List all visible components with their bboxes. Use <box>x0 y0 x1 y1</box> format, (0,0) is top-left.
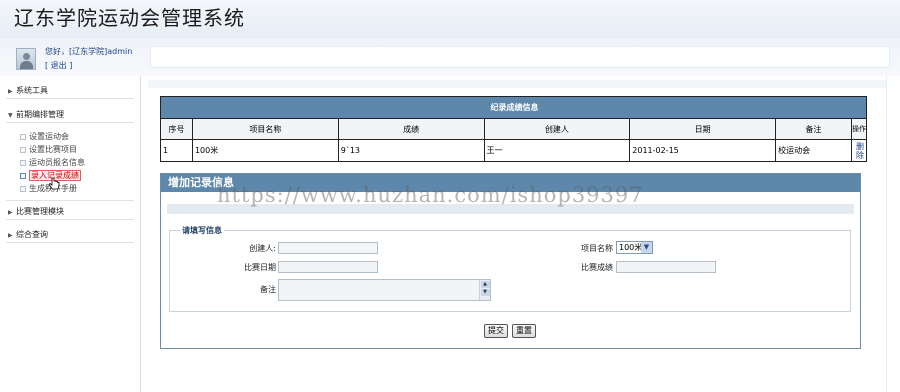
column-header: 项目名称 <box>191 118 339 140</box>
note-label: 备注 <box>260 285 276 294</box>
column-header: 日期 <box>629 118 777 140</box>
sidebar-item-set-games[interactable]: 设置运动会 <box>20 131 69 142</box>
chevron-right-icon: ▶ <box>8 88 13 95</box>
event-select-value: 100米 <box>619 243 643 252</box>
right-scroll-area <box>886 76 900 392</box>
textarea-scrollbar[interactable]: ▲ ▼ <box>479 280 490 300</box>
cell-note: 校运动会 <box>775 139 852 162</box>
item-bullet-icon <box>20 146 26 153</box>
column-header: 操作 <box>850 118 868 140</box>
chevron-down-icon: ▼ <box>641 242 652 253</box>
logout-link[interactable]: [ 退出 ] <box>45 60 72 71</box>
reset-button[interactable]: 重置 <box>512 324 536 338</box>
app-header: 辽东学院运动会管理系统 <box>0 0 900 38</box>
date-label: 比赛日期 <box>244 263 276 272</box>
delete-link[interactable]: 删除 <box>850 139 868 162</box>
item-bullet-icon <box>20 185 26 192</box>
column-header: 序号 <box>160 118 193 140</box>
cell-no: 1 <box>160 139 193 162</box>
sidebar-item-set-events[interactable]: 设置比赛项目 <box>20 144 77 155</box>
menu-group-label: 综合查询 <box>16 230 48 239</box>
date-input[interactable] <box>278 261 378 273</box>
chevron-right-icon: ▶ <box>8 232 13 239</box>
divider <box>6 98 134 99</box>
column-header: 创建人 <box>483 118 631 140</box>
records-table: 纪录成绩信息 序号 项目名称 成绩 创建人 日期 备注 操作 1 100米 9`… <box>160 96 868 162</box>
menu-group-schedule[interactable]: ▼ 前期编排管理 <box>8 109 64 120</box>
score-label: 比赛成绩 <box>581 263 613 272</box>
sidebar: ▶ 系统工具 ▼ 前期编排管理 设置运动会 设置比赛项目 运动员报名信息 录入记录成… <box>0 76 141 392</box>
menu-group-competition[interactable]: ▶ 比赛管理模块 <box>8 206 64 217</box>
hand-cursor-icon <box>48 177 60 190</box>
divider <box>6 242 134 243</box>
note-textarea[interactable]: ▲ ▼ <box>278 279 491 301</box>
item-bullet-icon <box>20 133 26 140</box>
column-header: 成绩 <box>337 118 485 140</box>
table-row: 1 100米 9`13 王一 2011-02-15 校运动会 删除 <box>160 139 868 162</box>
event-select[interactable]: 100米 ▼ <box>616 241 653 254</box>
divider <box>6 200 134 201</box>
creator-input[interactable] <box>278 242 378 254</box>
sidebar-item-label: 运动员报名信息 <box>29 158 85 167</box>
cell-score: 9`13 <box>337 139 485 162</box>
sidebar-item-label: 设置运动会 <box>29 132 69 141</box>
records-title: 纪录成绩信息 <box>160 96 867 119</box>
scroll-down-icon[interactable]: ▼ <box>480 289 490 296</box>
score-input[interactable] <box>616 261 716 273</box>
app-title: 辽东学院运动会管理系统 <box>14 6 245 30</box>
form-fieldset: 请填写信息 创建人: 项目名称 100米 ▼ 比赛日期 比赛成绩 备注 ▲ ▼ <box>169 225 851 312</box>
menu-group-tools[interactable]: ▶ 系统工具 <box>8 85 48 96</box>
content-strip <box>148 80 888 88</box>
chevron-down-icon: ▼ <box>8 112 13 119</box>
event-label: 项目名称 <box>581 244 613 253</box>
cell-date: 2011-02-15 <box>629 139 777 162</box>
item-bullet-icon <box>20 159 26 166</box>
divider <box>6 122 134 123</box>
menu-group-label: 系统工具 <box>16 86 48 95</box>
welcome-text: 您好，[辽东学院]admin <box>45 47 133 56</box>
cell-creator: 王一 <box>483 139 631 162</box>
sidebar-item-label: 设置比赛项目 <box>29 145 77 154</box>
chevron-right-icon: ▶ <box>8 209 13 216</box>
sidebar-item-registration[interactable]: 运动员报名信息 <box>20 157 85 168</box>
item-bullet-icon <box>20 172 26 179</box>
scroll-up-icon[interactable]: ▲ <box>480 281 490 288</box>
avatar <box>16 48 36 70</box>
form-legend: 请填写信息 <box>180 225 224 236</box>
menu-group-query[interactable]: ▶ 综合查询 <box>8 229 48 240</box>
divider <box>6 219 134 220</box>
submit-button[interactable]: 提交 <box>484 324 508 338</box>
top-strip <box>150 46 890 68</box>
creator-label: 创建人: <box>249 244 276 253</box>
menu-group-label: 比赛管理模块 <box>16 207 64 216</box>
table-header-row: 序号 项目名称 成绩 创建人 日期 备注 操作 <box>160 118 868 140</box>
column-header: 备注 <box>775 118 852 140</box>
watermark: https://www.huzhan.com/ishop39397 <box>217 183 644 207</box>
cell-event: 100米 <box>191 139 339 162</box>
menu-group-label: 前期编排管理 <box>16 110 64 119</box>
